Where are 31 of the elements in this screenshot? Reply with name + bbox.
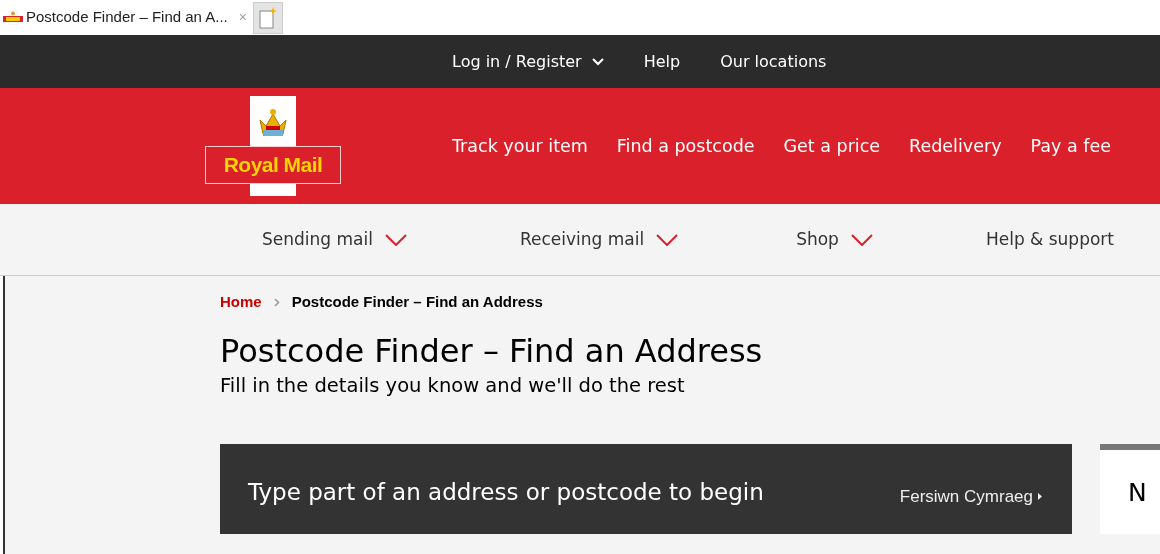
- chevron-down-icon: [591, 57, 604, 66]
- panel-heading: Type part of an address or postcode to begin: [248, 478, 764, 507]
- new-tab-button[interactable]: [253, 1, 283, 34]
- top-nav-link[interactable]: Our locations: [720, 49, 827, 74]
- logo-text: Royal Mail: [222, 152, 324, 179]
- language-link[interactable]: Fersiwn Cymraeg: [899, 484, 1042, 510]
- main-nav-link[interactable]: Shop: [796, 226, 873, 253]
- breadcrumb-current[interactable]: Postcode Finder – Find an Address: [291, 290, 543, 314]
- header-nav-link[interactable]: Track your item: [452, 132, 588, 160]
- main-nav-link[interactable]: Receiving mail: [519, 226, 679, 253]
- top-nav-link[interactable]: Help: [643, 49, 681, 74]
- page-subtitle: Fill in the details you know and we'll do the rest: [220, 373, 686, 399]
- header-nav-link[interactable]: Get a price: [783, 132, 881, 160]
- main-nav-link[interactable]: Sending mail: [262, 226, 407, 253]
- header-nav-link[interactable]: Pay a fee: [1030, 132, 1111, 160]
- side-card-heading: N: [1128, 478, 1147, 507]
- chevron-right-icon: [273, 297, 280, 307]
- header-nav-link[interactable]: Find a postcode: [616, 132, 755, 160]
- page-title: Postcode Finder – Find an Address: [220, 331, 764, 372]
- chevron-down-icon: [384, 233, 407, 246]
- header-nav-link[interactable]: Redelivery: [909, 132, 1002, 160]
- triangle-right-icon: [1038, 493, 1042, 501]
- tab-title: Postcode Finder – Find an A...: [26, 7, 228, 28]
- breadcrumb-link[interactable]: Home: [220, 290, 262, 314]
- main-nav-link[interactable]: Help & support: [985, 226, 1114, 253]
- top-nav-link[interactable]: Log in / Register: [452, 49, 604, 74]
- mail-logo-icon: [3, 10, 23, 25]
- crown-icon: [257, 108, 289, 138]
- chevron-down-icon: [656, 233, 679, 246]
- chevron-down-icon: [850, 233, 873, 246]
- new-page-icon: [259, 6, 277, 29]
